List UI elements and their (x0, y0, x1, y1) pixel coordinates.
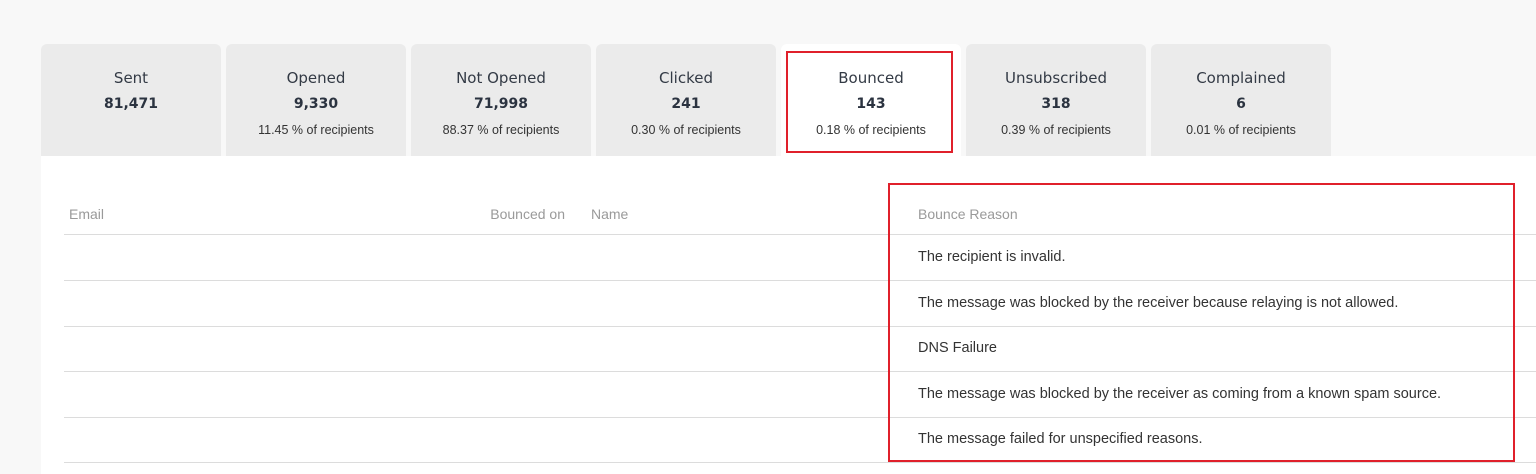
bounce-reason-cell: The message failed for unspecified reaso… (918, 431, 1203, 447)
tab-percent: 88.37 % of recipients (442, 123, 560, 137)
column-header-bounce-reason[interactable]: Bounce Reason (918, 206, 1018, 222)
tab-value: 143 (856, 96, 886, 112)
tab-not-opened[interactable]: Not Opened 71,998 88.37 % of recipients (411, 44, 591, 156)
tab-value: 6 (1236, 96, 1246, 112)
tab-percent: 0.30 % of recipients (631, 123, 741, 137)
tab-value: 9,330 (293, 96, 339, 112)
column-header-bounced-on[interactable]: Bounced on (485, 206, 565, 222)
tab-clicked[interactable]: Clicked 241 0.30 % of recipients (596, 44, 776, 156)
tab-percent: 0.01 % of recipients (1186, 123, 1296, 137)
table-row[interactable]: The message failed for unspecified reaso… (64, 417, 1536, 463)
bounce-reason-cell: The message was blocked by the receiver … (918, 386, 1442, 402)
tab-complained[interactable]: Complained 6 0.01 % of recipients (1151, 44, 1331, 156)
tab-label: Opened (286, 69, 346, 87)
table-row[interactable]: The recipient is invalid. (64, 235, 1536, 281)
tab-value: 71,998 (473, 96, 529, 112)
table-row[interactable]: The message was blocked by the receiver … (64, 281, 1536, 327)
tab-unsubscribed[interactable]: Unsubscribed 318 0.39 % of recipients (966, 44, 1146, 156)
bounced-panel: Email Bounced on Name Bounce Reason The … (41, 156, 1536, 474)
column-header-name[interactable]: Name (591, 206, 628, 222)
bounce-reason-cell: The message was blocked by the receiver … (918, 295, 1399, 311)
tab-sent[interactable]: Sent 81,471 (41, 44, 221, 156)
tab-percent: 11.45 % of recipients (258, 123, 374, 137)
tab-opened[interactable]: Opened 9,330 11.45 % of recipients (226, 44, 406, 156)
page: Sent 81,471 Opened 9,330 11.45 % of reci… (0, 0, 1536, 474)
table-header: Email Bounced on Name Bounce Reason (64, 156, 1536, 235)
tab-label: Sent (113, 69, 149, 87)
tab-value: 81,471 (103, 96, 159, 112)
bounce-reason-cell: DNS Failure (918, 340, 997, 356)
tab-label: Complained (1196, 69, 1286, 87)
tab-label: Not Opened (456, 69, 546, 87)
tab-percent: 0.39 % of recipients (1001, 123, 1111, 137)
tab-value: 318 (1041, 96, 1071, 112)
tab-percent: 0.18 % of recipients (816, 123, 926, 137)
bounce-reason-cell: The recipient is invalid. (918, 249, 1066, 265)
tab-bounced[interactable]: Bounced 143 0.18 % of recipients (781, 44, 961, 156)
table-row[interactable]: The message was blocked by the receiver … (64, 372, 1536, 418)
table-row[interactable]: DNS Failure (64, 326, 1536, 372)
tab-label: Bounced (838, 69, 904, 87)
tab-label: Unsubscribed (1005, 69, 1107, 87)
column-header-email[interactable]: Email (69, 206, 104, 222)
tab-value: 241 (671, 96, 701, 112)
tab-label: Clicked (659, 69, 713, 87)
stats-tabs: Sent 81,471 Opened 9,330 11.45 % of reci… (41, 44, 1331, 156)
